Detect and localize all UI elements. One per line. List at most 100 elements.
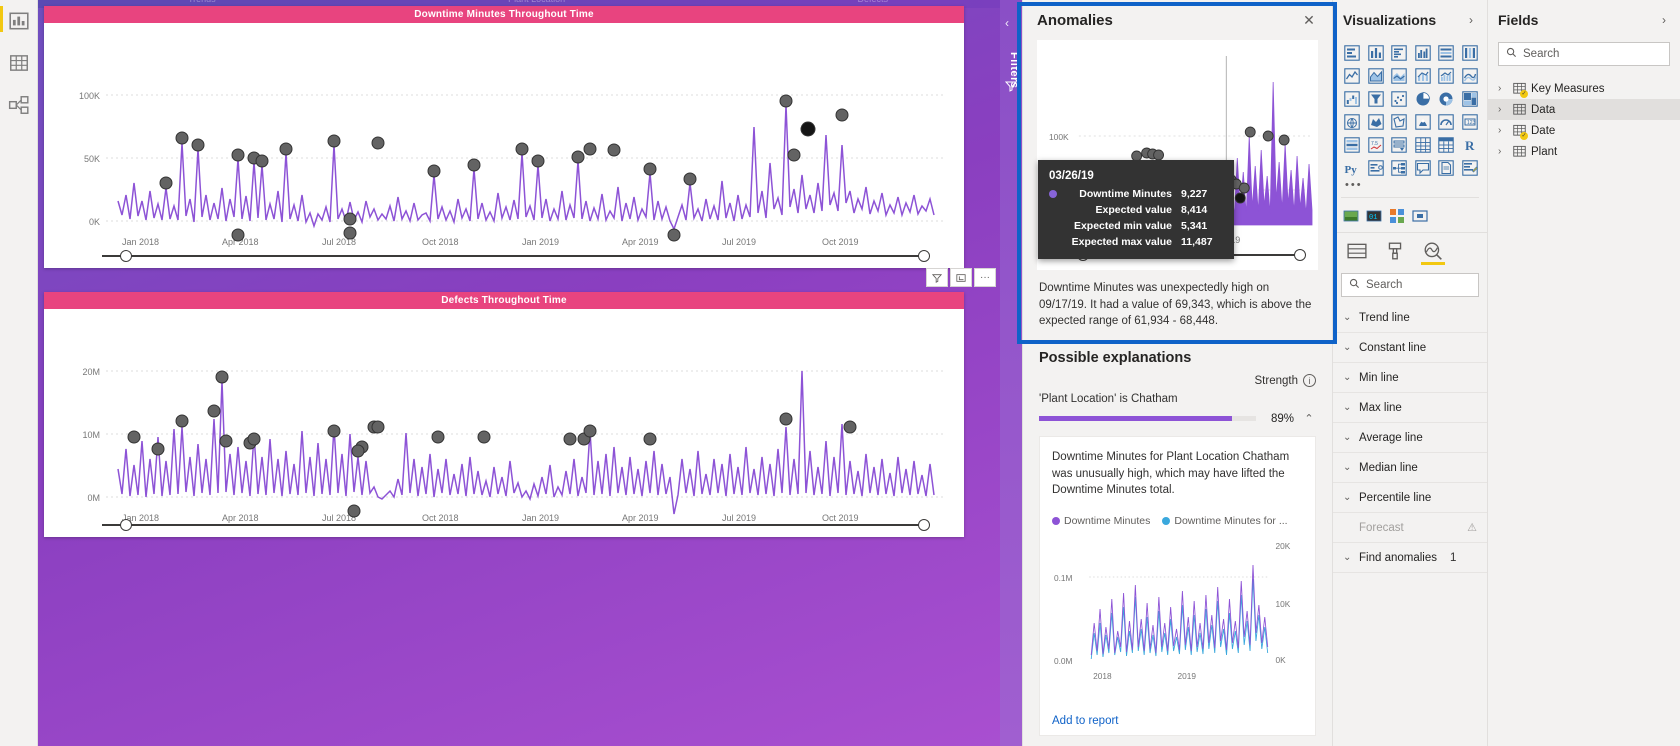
chevron-left-icon[interactable]: ‹ [1005,16,1009,30]
decomposition-tree-icon[interactable] [1388,157,1411,178]
model-view-icon[interactable] [8,94,30,116]
fields-tab-icon[interactable] [1347,240,1367,262]
chart-2-plot[interactable]: 20M 10M 0M Jan 2018 Apr 2018 Jul 2018 Oc… [44,309,964,537]
fields-search-box[interactable]: Search [1498,42,1670,66]
legend-item[interactable]: Downtime Minutes [1052,515,1150,527]
waterfall-chart-icon[interactable] [1341,88,1364,109]
stacked-column-chart-icon[interactable] [1365,42,1388,63]
legend-item[interactable]: Downtime Minutes for ... [1162,515,1288,527]
analytics-item-trend-line[interactable]: ⌄ Trend line [1333,303,1487,333]
shape-map-icon[interactable] [1388,111,1411,132]
donut-chart-icon[interactable] [1435,88,1458,109]
chevron-down-icon[interactable]: ⌄ [1343,402,1352,413]
explanation-mini-chart[interactable]: 0.1M 0.0M 20K 10K 0K 2018 2019 [1052,537,1303,687]
line-clustered-column-chart-icon[interactable] [1435,65,1458,86]
clustered-bar-chart-icon[interactable] [1388,42,1411,63]
kpi-icon[interactable]: 7.5 [1365,134,1388,155]
analytics-item-find-anomalies[interactable]: ⌄ Find anomalies 1 [1333,543,1487,573]
chart-1-slider[interactable] [92,250,934,262]
analytics-item-max-line[interactable]: ⌄ Max line [1333,393,1487,423]
key-influencers-icon[interactable] [1365,157,1388,178]
table-icon[interactable] [1412,134,1435,155]
q-and-a-icon[interactable] [1412,157,1435,178]
chevron-down-icon[interactable]: ⌄ [1343,342,1352,353]
pie-chart-icon[interactable] [1412,88,1435,109]
stacked-area-chart-icon[interactable] [1388,65,1411,86]
analytics-item-min-line[interactable]: ⌄ Min line [1333,363,1487,393]
chevron-down-icon[interactable]: ⌄ [1343,552,1352,563]
visualization-type-grid[interactable]: 123 7.5 R Py [1333,40,1487,178]
filled-map-icon[interactable] [1365,111,1388,132]
analytics-item-percentile-line[interactable]: ⌄ Percentile line [1333,483,1487,513]
chevron-right-icon[interactable]: › [1656,13,1672,27]
smart-narrative-icon[interactable] [1459,157,1482,178]
filters-flyout-tab[interactable]: ‹ Filters [1000,0,1022,746]
card-icon[interactable]: 123 [1459,111,1482,132]
chart-2-slider[interactable] [92,519,934,531]
python-visual-icon[interactable]: Py [1341,157,1364,178]
gauge-icon[interactable] [1435,111,1458,132]
report-canvas[interactable]: Trends Plant Location Defects Downtime M… [38,0,1000,746]
analytics-tab-icon[interactable] [1421,240,1445,265]
visualizations-tab-row[interactable] [1333,232,1487,266]
ribbon-chart-icon[interactable] [1459,65,1482,86]
info-icon[interactable]: i [1303,374,1316,388]
analytics-item-median-line[interactable]: ⌄ Median line [1333,453,1487,483]
add-to-report-link[interactable]: Add to report [1052,715,1118,727]
analytics-options-list[interactable]: ⌄ Trend line ⌄ Constant line ⌄ Min line ⌄ Max l… [1333,303,1487,573]
stacked-bar-chart-icon[interactable] [1341,42,1364,63]
chevron-right-icon[interactable]: › [1498,104,1507,115]
focus-mode-icon[interactable] [950,268,972,287]
treemap-icon[interactable] [1459,88,1482,109]
chart-1-plot[interactable]: 100K 50K 0K Jan 2018 Apr 2018 Jul 2018 O… [44,23,964,268]
filter-icon[interactable] [926,268,948,287]
r-script-visual-icon[interactable]: R [1459,134,1482,155]
chart-2-slider-right-knob[interactable] [918,519,930,531]
field-item-date[interactable]: › ✓ Date [1488,120,1680,141]
more-options-icon[interactable]: ··· [974,268,996,287]
area-chart-icon[interactable] [1365,65,1388,86]
line-chart-icon[interactable] [1341,65,1364,86]
chevron-down-icon[interactable]: ⌄ [1343,312,1352,323]
chart-1-slider-left-knob[interactable] [120,250,132,262]
chart-1-slider-right-knob[interactable] [918,250,930,262]
field-item-key-measures[interactable]: › ✓ Key Measures [1488,78,1680,99]
downtime-minutes-chart-card[interactable]: Downtime Minutes Throughout Time 100K 50… [44,6,964,268]
anomaly-detail-chart[interactable]: 100K 2018 2019 [1037,40,1318,270]
100-stacked-column-chart-icon[interactable] [1459,42,1482,63]
funnel-chart-icon[interactable] [1365,88,1388,109]
chevron-down-icon[interactable]: ⌄ [1343,492,1352,503]
get-more-visuals-icon[interactable] [1389,206,1405,226]
analytics-item-average-line[interactable]: ⌄ Average line [1333,423,1487,453]
chart-2-slider-left-knob[interactable] [120,519,132,531]
field-item-plant[interactable]: › Plant [1488,141,1680,162]
close-icon[interactable]: ✕ [1298,9,1320,31]
custom-visuals-row[interactable]: 01 [1333,200,1487,232]
slicer-icon[interactable] [1388,134,1411,155]
fields-list[interactable]: › ✓ Key Measures › Data › ✓ Date › Plant [1488,78,1680,162]
chevron-down-icon[interactable]: ⌄ [1343,462,1352,473]
report-view-icon[interactable] [8,10,30,32]
chevron-right-icon[interactable]: › [1498,125,1507,136]
chevron-up-icon[interactable]: ⌃ [1302,412,1316,425]
field-item-data[interactable]: › Data [1488,99,1680,120]
chevron-right-icon[interactable]: › [1498,146,1507,157]
power-app-visual-icon[interactable] [1343,206,1359,226]
map-icon[interactable] [1341,111,1364,132]
analytics-item-constant-line[interactable]: ⌄ Constant line [1333,333,1487,363]
chevron-down-icon[interactable]: ⌄ [1343,372,1352,383]
matrix-icon[interactable] [1435,134,1458,155]
paginated-report-icon[interactable] [1435,157,1458,178]
chevron-right-icon[interactable]: › [1463,13,1479,27]
defects-chart-card[interactable]: Defects Throughout Time 20M 10M 0M Jan 2… [44,292,964,537]
ellipsis-icon[interactable]: ••• [1333,178,1487,195]
data-view-icon[interactable] [8,52,30,74]
clustered-column-chart-icon[interactable] [1412,42,1435,63]
analytics-search-box[interactable]: Search [1341,273,1479,297]
power-automate-visual-icon[interactable]: 01 [1366,206,1382,226]
multi-row-card-icon[interactable] [1341,134,1364,155]
chevron-right-icon[interactable]: › [1498,83,1507,94]
line-stacked-column-chart-icon[interactable] [1412,65,1435,86]
format-tab-icon[interactable] [1385,240,1405,262]
100-stacked-bar-chart-icon[interactable] [1435,42,1458,63]
